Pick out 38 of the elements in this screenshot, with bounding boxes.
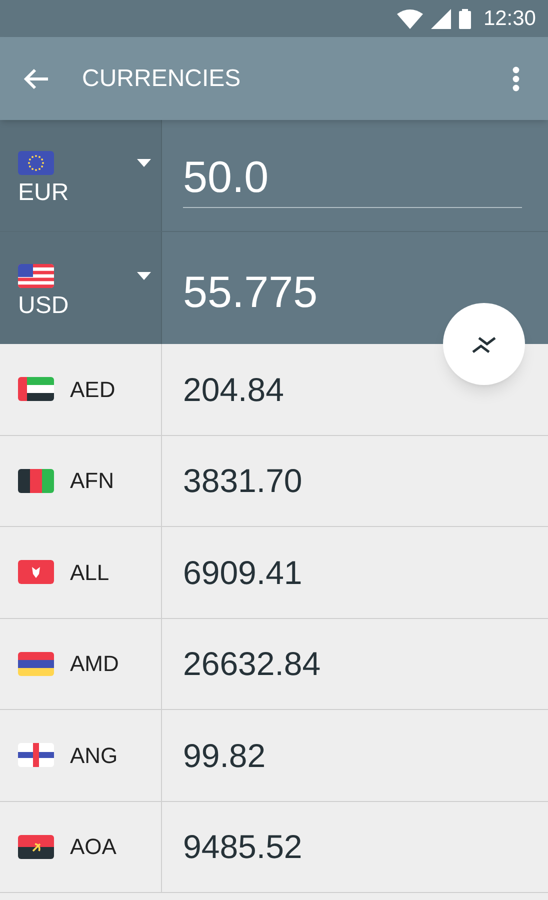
flag-icon (18, 264, 54, 288)
flag-icon (18, 151, 54, 175)
toolbar-title: CURRENCIES (82, 64, 241, 94)
amount-field[interactable]: 50.0 (183, 149, 522, 208)
currency-selector[interactable]: USD (0, 232, 162, 344)
battery-icon (459, 8, 472, 28)
dropdown-caret-icon (137, 159, 151, 167)
currency-code: ANG (70, 742, 118, 770)
currency-amount: 6909.41 (183, 552, 302, 592)
currency-code: AFN (70, 467, 114, 496)
currency-row[interactable]: AMD 26632.84 (0, 618, 548, 710)
flag-icon (18, 743, 54, 768)
currency-amount: 9485.52 (183, 827, 302, 867)
signal-icon (431, 8, 452, 28)
currency-code: ALL (70, 558, 110, 587)
flag-icon (18, 834, 54, 859)
currency-amount: 3831.70 (183, 461, 302, 501)
converted-amount: 55.775 (183, 271, 318, 315)
currency-amount: 26632.84 (183, 644, 321, 684)
back-arrow-icon (23, 68, 49, 90)
currency-code: AOA (70, 833, 116, 862)
currency-row[interactable]: ANG 99.82 (0, 710, 548, 802)
flag-icon (18, 468, 54, 493)
currency-amount: 204.84 (183, 370, 284, 410)
currency-row[interactable]: AFN 3831.70 (0, 436, 548, 527)
currency-amount: 99.82 (183, 736, 266, 776)
flag-icon (18, 652, 54, 676)
currency-row[interactable]: ALL 6909.41 (0, 527, 548, 618)
wifi-icon (397, 8, 424, 28)
more-options-icon (512, 66, 520, 92)
flag-icon (18, 377, 54, 402)
dropdown-caret-icon (137, 272, 151, 280)
currency-code: AMD (70, 650, 119, 678)
currency-selector[interactable]: EUR (0, 120, 162, 231)
clock-time: 12:30 (483, 6, 536, 32)
currency-code: AED (70, 376, 116, 404)
currency-row[interactable]: AOA 9485.52 (0, 802, 548, 893)
flag-icon (18, 560, 54, 584)
